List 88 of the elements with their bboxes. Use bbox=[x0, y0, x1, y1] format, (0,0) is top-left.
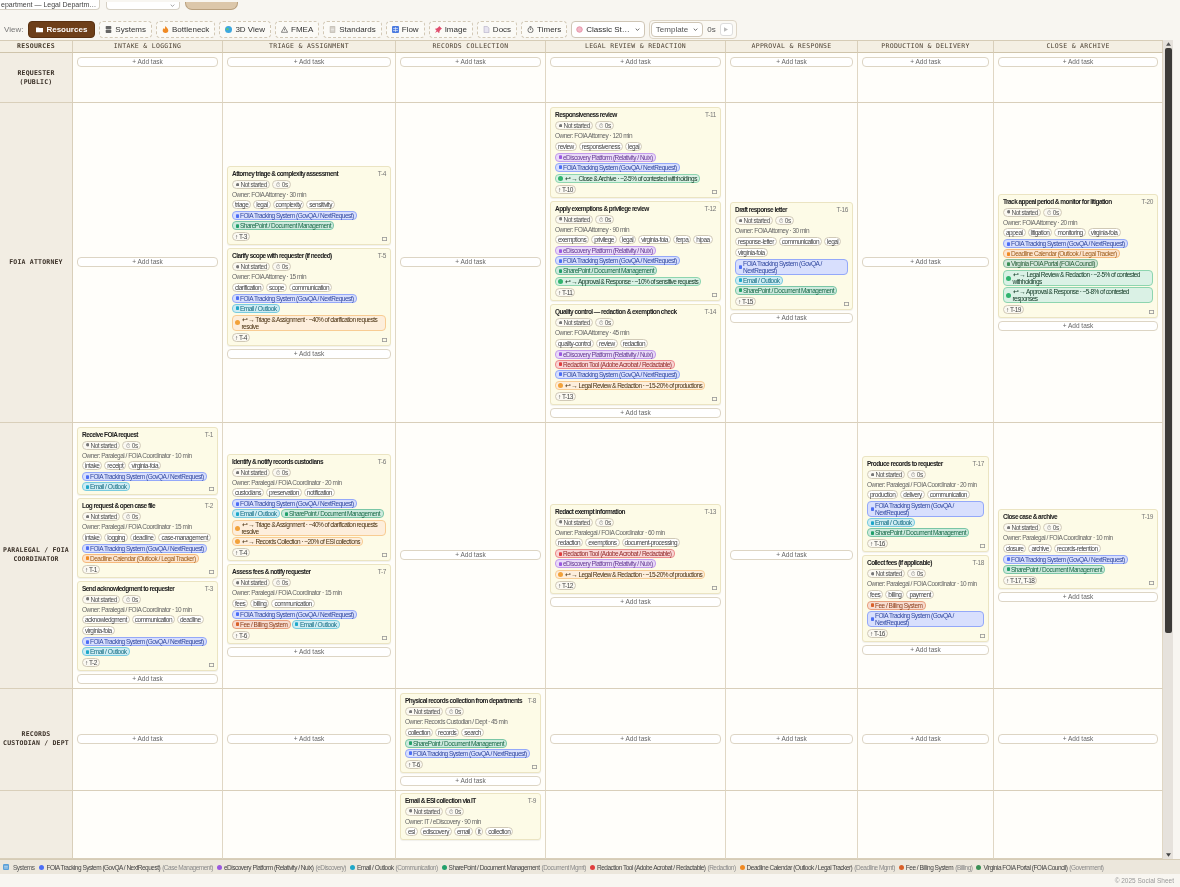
stopwatch-icon bbox=[1046, 525, 1052, 530]
task-card[interactable] bbox=[550, 304, 721, 405]
document-stack-icon bbox=[329, 26, 337, 33]
header-button[interactable] bbox=[185, 2, 238, 10]
stopwatch-icon bbox=[125, 442, 131, 448]
status-dot-icon bbox=[408, 809, 412, 813]
grid-icon bbox=[391, 26, 399, 33]
chevron-down-icon bbox=[170, 4, 175, 7]
status-dot-icon bbox=[235, 265, 239, 269]
scrollbar[interactable] bbox=[1163, 40, 1173, 859]
status-dot-icon bbox=[558, 520, 562, 524]
stopwatch-icon bbox=[448, 709, 454, 714]
folder-icon bbox=[36, 26, 44, 33]
template-select[interactable]: Template bbox=[650, 22, 704, 37]
chevron-down-icon bbox=[693, 28, 699, 31]
view-tab[interactable]: 3D View bbox=[219, 21, 272, 38]
grid-icon bbox=[3, 864, 9, 870]
flame-icon bbox=[162, 26, 169, 33]
status-dot-icon bbox=[85, 443, 89, 447]
task-card[interactable] bbox=[550, 107, 721, 198]
stopwatch-icon bbox=[275, 580, 281, 586]
play-icon bbox=[724, 27, 729, 32]
task-card[interactable] bbox=[550, 200, 721, 301]
task-card[interactable] bbox=[400, 693, 541, 773]
status-dot-icon bbox=[235, 182, 239, 186]
stopwatch-icon bbox=[910, 571, 916, 577]
task-card[interactable] bbox=[227, 248, 391, 346]
task-card[interactable] bbox=[227, 453, 391, 562]
status-dot-icon bbox=[235, 470, 239, 474]
status-dot-icon bbox=[558, 217, 562, 221]
stopwatch-icon bbox=[778, 218, 784, 223]
stopwatch-icon bbox=[1046, 209, 1052, 215]
status-dot-icon bbox=[235, 581, 239, 585]
circle-icon bbox=[576, 26, 584, 33]
status-dot-icon bbox=[870, 472, 874, 476]
stopwatch-icon bbox=[125, 596, 131, 602]
status-dot-icon bbox=[558, 123, 562, 128]
task-card[interactable] bbox=[998, 193, 1158, 318]
status-dot-icon bbox=[1006, 210, 1010, 214]
task-card[interactable] bbox=[998, 509, 1158, 589]
stopwatch-icon bbox=[275, 469, 281, 475]
stopwatch-icon bbox=[598, 216, 604, 222]
arrow-up-icon[interactable] bbox=[1165, 42, 1171, 46]
view-tab[interactable]: Docs bbox=[476, 21, 518, 38]
task-card[interactable] bbox=[862, 455, 989, 553]
server-icon bbox=[105, 26, 113, 33]
stopwatch-icon bbox=[125, 514, 131, 519]
view-tab[interactable]: Flow bbox=[385, 21, 425, 38]
status-dot-icon bbox=[408, 709, 412, 714]
view-tab[interactable]: Timers bbox=[521, 21, 568, 38]
globe-icon bbox=[225, 26, 233, 33]
task-card[interactable] bbox=[227, 564, 391, 644]
status-dot-icon bbox=[558, 320, 562, 325]
stopwatch-icon bbox=[598, 519, 604, 525]
view-tab[interactable]: Bottleneck bbox=[156, 21, 216, 38]
status-dot-icon bbox=[738, 218, 742, 223]
task-card[interactable] bbox=[550, 503, 721, 594]
task-card[interactable] bbox=[730, 202, 853, 310]
view-tab[interactable]: Resources bbox=[28, 21, 96, 38]
view-tab[interactable]: Systems bbox=[99, 21, 152, 38]
stopwatch-icon bbox=[527, 26, 535, 33]
chevron-down-icon bbox=[634, 28, 640, 31]
arrow-down-icon[interactable] bbox=[1165, 853, 1171, 857]
status-dot-icon bbox=[85, 514, 89, 519]
status-dot-icon bbox=[85, 597, 89, 601]
task-card[interactable] bbox=[77, 498, 218, 578]
view-tab[interactable]: FMEA bbox=[275, 21, 320, 38]
pin-icon bbox=[434, 26, 442, 33]
style-select[interactable]: Classic St… bbox=[571, 21, 645, 38]
stopwatch-icon bbox=[598, 123, 604, 128]
play-button[interactable] bbox=[719, 23, 733, 36]
view-tab[interactable]: Image bbox=[428, 21, 473, 38]
stopwatch-icon bbox=[275, 181, 281, 187]
task-card[interactable] bbox=[77, 580, 218, 671]
task-card[interactable] bbox=[227, 165, 391, 246]
status-dot-icon bbox=[1006, 525, 1010, 530]
stopwatch-icon bbox=[448, 808, 454, 814]
document-icon bbox=[482, 26, 490, 33]
warning-icon bbox=[281, 26, 289, 33]
view-label: View: bbox=[4, 25, 24, 34]
stopwatch-icon bbox=[910, 471, 916, 477]
stopwatch-icon bbox=[598, 320, 604, 325]
timer-readout: 0s bbox=[707, 25, 716, 34]
scrollbar-thumb[interactable] bbox=[1164, 48, 1172, 633]
select-field[interactable] bbox=[106, 2, 180, 10]
stopwatch-icon bbox=[275, 264, 281, 270]
view-tab[interactable]: Standards bbox=[323, 21, 382, 38]
status-dot-icon bbox=[870, 572, 874, 576]
